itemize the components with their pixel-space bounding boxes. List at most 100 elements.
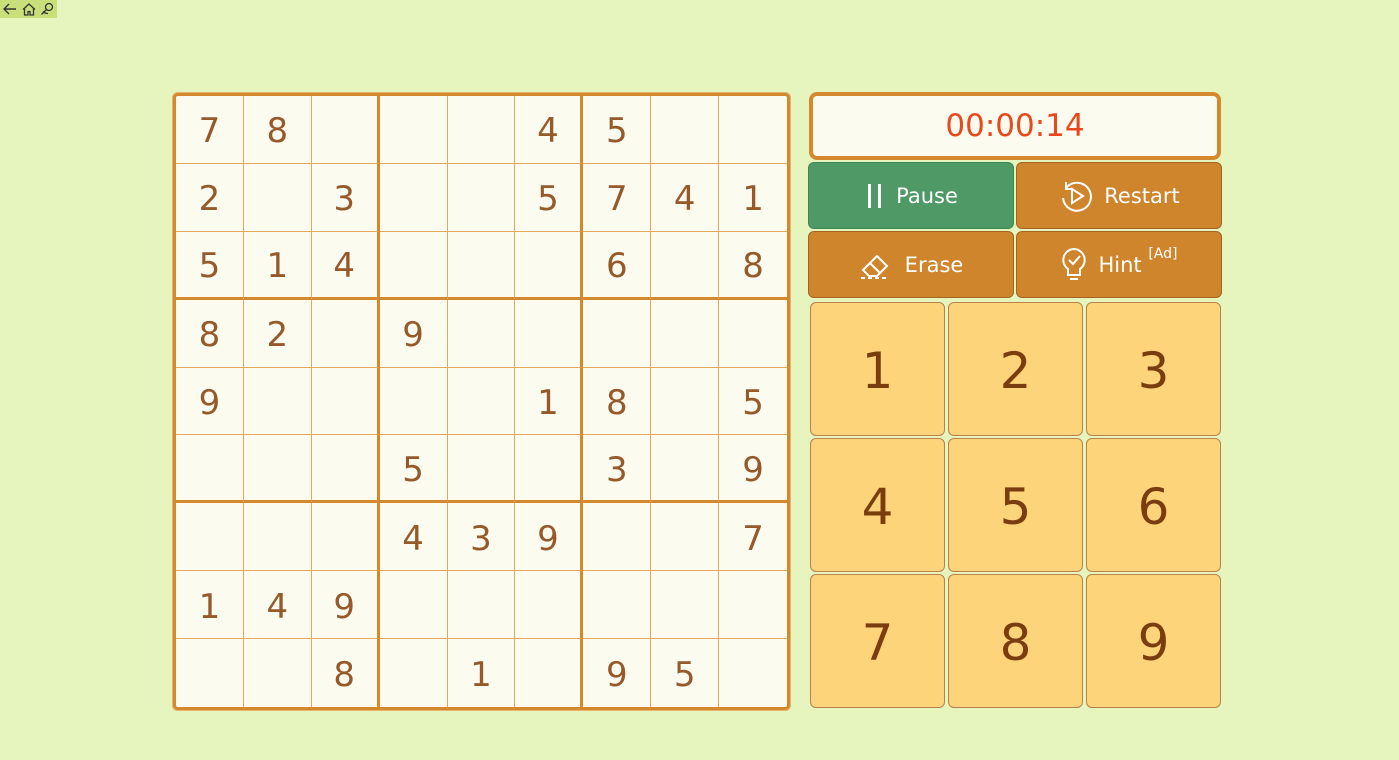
home-button[interactable] <box>19 0 38 18</box>
sudoku-cell[interactable] <box>719 300 787 368</box>
sudoku-cell[interactable] <box>311 299 380 368</box>
profile-button[interactable] <box>38 0 57 18</box>
lightbulb-check-icon <box>1062 247 1087 280</box>
sudoku-cell[interactable] <box>719 639 787 707</box>
sudoku-cell[interactable]: 9 <box>515 503 584 572</box>
sudoku-cell[interactable] <box>651 231 720 300</box>
sudoku-cell[interactable] <box>243 503 312 572</box>
sudoku-cell[interactable]: 3 <box>447 503 516 572</box>
sudoku-cell[interactable]: 8 <box>243 96 312 164</box>
sudoku-cell[interactable] <box>243 435 312 504</box>
sudoku-cell[interactable]: 4 <box>311 231 380 300</box>
sudoku-cell[interactable] <box>311 367 380 436</box>
sudoku-cell[interactable] <box>176 639 244 707</box>
sudoku-cell[interactable]: 4 <box>515 96 584 164</box>
sudoku-cell[interactable] <box>447 299 516 368</box>
sudoku-cell[interactable]: 1 <box>243 231 312 300</box>
sudoku-cell[interactable] <box>447 96 516 164</box>
sudoku-cell[interactable] <box>515 299 584 368</box>
number-button-2[interactable]: 2 <box>948 302 1083 436</box>
sudoku-cell[interactable]: 1 <box>719 164 787 232</box>
sudoku-cell[interactable]: 9 <box>176 367 244 436</box>
sudoku-cell[interactable] <box>515 639 584 707</box>
sudoku-cell[interactable] <box>447 163 516 232</box>
number-button-6[interactable]: 6 <box>1086 438 1221 572</box>
sudoku-cell[interactable]: 7 <box>583 163 652 232</box>
sudoku-cell[interactable] <box>447 571 516 640</box>
hint-button[interactable]: Hint [Ad] <box>1016 231 1222 298</box>
sudoku-cell[interactable] <box>311 435 380 504</box>
sudoku-cell[interactable]: 5 <box>583 96 652 164</box>
pause-label: Pause <box>896 183 958 208</box>
number-button-3[interactable]: 3 <box>1086 302 1221 436</box>
sudoku-cell[interactable]: 5 <box>176 231 244 300</box>
sudoku-cell[interactable]: 4 <box>651 163 720 232</box>
sudoku-cell[interactable]: 5 <box>651 639 720 707</box>
sudoku-cell[interactable]: 8 <box>312 639 380 707</box>
sudoku-cell[interactable] <box>651 299 720 368</box>
sudoku-cell[interactable]: 9 <box>311 571 380 640</box>
sudoku-cell[interactable]: 7 <box>719 503 787 572</box>
sudoku-cell[interactable] <box>515 435 584 504</box>
sudoku-cell[interactable]: 4 <box>243 571 312 640</box>
sudoku-cell[interactable] <box>243 367 312 436</box>
sudoku-cell[interactable] <box>379 163 448 232</box>
number-button-4[interactable]: 4 <box>810 438 945 572</box>
sudoku-cell[interactable] <box>447 367 516 436</box>
sudoku-cell[interactable] <box>651 96 720 164</box>
sudoku-cell[interactable]: 3 <box>311 163 380 232</box>
sudoku-cell[interactable]: 1 <box>515 367 584 436</box>
sudoku-cell[interactable]: 1 <box>176 571 244 640</box>
sudoku-cell[interactable] <box>243 163 312 232</box>
sudoku-cell[interactable] <box>651 435 720 504</box>
sudoku-cell[interactable] <box>719 571 787 640</box>
sudoku-cell[interactable] <box>447 231 516 300</box>
title-bar <box>0 0 57 18</box>
sudoku-cell[interactable] <box>244 639 312 707</box>
sudoku-cell[interactable]: 9 <box>379 299 448 368</box>
erase-button[interactable]: Erase <box>808 231 1014 298</box>
number-button-5[interactable]: 5 <box>948 438 1083 572</box>
sudoku-cell[interactable] <box>379 367 448 436</box>
number-button-9[interactable]: 9 <box>1086 574 1221 708</box>
pause-button[interactable]: Pause <box>808 162 1014 229</box>
sudoku-cell[interactable] <box>311 503 380 572</box>
sudoku-cell[interactable]: 3 <box>583 435 652 504</box>
number-button-7[interactable]: 7 <box>810 574 945 708</box>
number-button-1[interactable]: 1 <box>810 302 945 436</box>
sudoku-cell[interactable]: 5 <box>515 163 584 232</box>
back-button[interactable] <box>0 0 19 18</box>
sudoku-cell[interactable]: 2 <box>243 299 312 368</box>
sudoku-cell[interactable] <box>651 367 720 436</box>
restart-button[interactable]: Restart <box>1016 162 1222 229</box>
sudoku-cell[interactable] <box>583 299 652 368</box>
sudoku-cell[interactable]: 9 <box>583 639 652 707</box>
sudoku-cell[interactable]: 5 <box>719 368 787 436</box>
sudoku-cell[interactable] <box>719 96 787 164</box>
sudoku-cell[interactable] <box>379 231 448 300</box>
sudoku-cell[interactable] <box>176 503 244 572</box>
sudoku-cell[interactable]: 8 <box>176 299 244 368</box>
sudoku-cell[interactable]: 8 <box>719 232 787 300</box>
sudoku-cell[interactable]: 2 <box>176 163 244 232</box>
sudoku-cell[interactable] <box>380 639 448 707</box>
sudoku-cell[interactable] <box>651 571 720 640</box>
sudoku-cell[interactable] <box>583 503 652 572</box>
sudoku-cell[interactable] <box>447 435 516 504</box>
sudoku-cell[interactable] <box>515 571 584 640</box>
sudoku-cell[interactable]: 1 <box>448 639 516 707</box>
sudoku-cell[interactable] <box>583 571 652 640</box>
sudoku-cell[interactable] <box>379 96 448 164</box>
sudoku-cell[interactable] <box>311 96 380 164</box>
sudoku-cell[interactable]: 8 <box>583 367 652 436</box>
sudoku-cell[interactable] <box>176 435 244 504</box>
sudoku-cell[interactable] <box>379 571 448 640</box>
number-button-8[interactable]: 8 <box>948 574 1083 708</box>
sudoku-cell[interactable]: 6 <box>583 231 652 300</box>
sudoku-cell[interactable]: 9 <box>719 435 787 504</box>
sudoku-cell[interactable]: 7 <box>176 96 244 164</box>
sudoku-cell[interactable]: 5 <box>379 435 448 504</box>
sudoku-cell[interactable]: 4 <box>379 503 448 572</box>
sudoku-cell[interactable] <box>515 231 584 300</box>
sudoku-cell[interactable] <box>651 503 720 572</box>
